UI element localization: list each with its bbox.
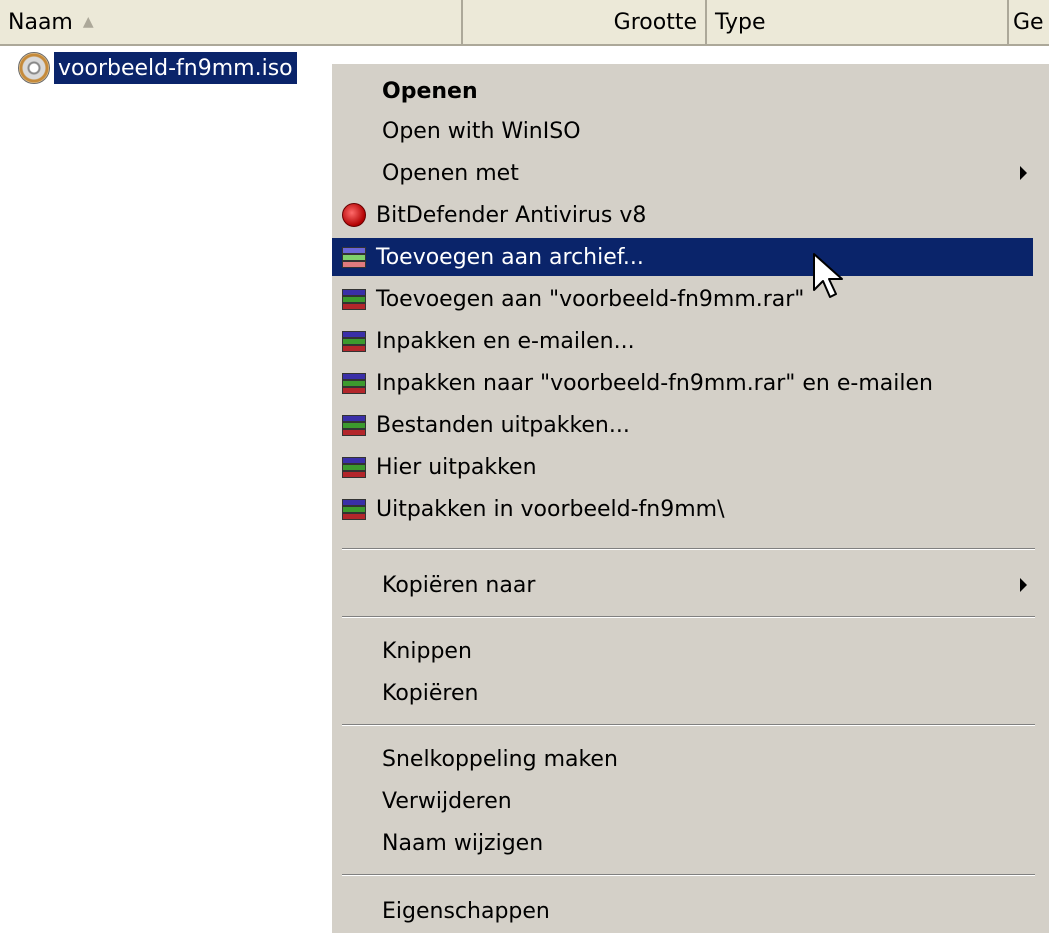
menu-item-extract-files[interactable]: Bestanden uitpakken... [332, 406, 1033, 444]
menu-item-copy-to[interactable]: Kopiëren naar [332, 566, 1033, 604]
file-item[interactable]: voorbeeld-fn9mm.iso [18, 52, 297, 84]
menu-item-extract-to-label: Uitpakken in voorbeeld-fn9mm\ [376, 496, 725, 522]
menu-item-copy-label: Kopiëren [382, 680, 479, 706]
sort-ascending-icon: ▲ [82, 14, 94, 30]
menu-item-pack-email-label: Inpakken en e-mailen... [376, 328, 635, 354]
menu-separator [342, 548, 1035, 550]
menu-separator [342, 874, 1035, 876]
menu-item-open-winiso-label: Open with WinISO [382, 118, 581, 144]
menu-separator [342, 616, 1035, 618]
menu-item-bitdefender[interactable]: BitDefender Antivirus v8 [332, 196, 1033, 234]
menu-item-pack-rar-email[interactable]: Inpakken naar "voorbeeld-fn9mm.rar" en e… [332, 364, 1033, 402]
submenu-arrow-icon [1020, 578, 1027, 592]
winrar-icon [342, 245, 366, 269]
submenu-arrow-icon [1020, 166, 1027, 180]
column-size[interactable]: Grootte [463, 0, 707, 44]
column-type[interactable]: Type [707, 0, 1009, 44]
menu-item-create-shortcut-label: Snelkoppeling maken [382, 746, 618, 772]
menu-item-rename-label: Naam wijzigen [382, 830, 544, 856]
winrar-icon [342, 497, 366, 521]
menu-item-cut[interactable]: Knippen [332, 632, 1033, 670]
menu-item-open-with-label: Openen met [382, 160, 519, 186]
bitdefender-icon [342, 203, 366, 227]
winrar-icon [342, 371, 366, 395]
mouse-cursor-icon [813, 253, 843, 298]
menu-item-copy[interactable]: Kopiëren [332, 674, 1033, 712]
column-name[interactable]: Naam ▲ [0, 0, 463, 44]
menu-item-add-archive[interactable]: Toevoegen aan archief... [332, 238, 1033, 276]
menu-item-cut-label: Knippen [382, 638, 472, 664]
winrar-icon [342, 455, 366, 479]
column-name-label: Naam [8, 9, 73, 35]
column-date-label: Ge [1013, 9, 1044, 35]
menu-item-pack-rar-email-label: Inpakken naar "voorbeeld-fn9mm.rar" en e… [376, 370, 933, 396]
menu-separator [342, 724, 1035, 726]
menu-item-open[interactable]: Openen [332, 72, 1033, 110]
menu-item-open-label: Openen [382, 78, 478, 104]
menu-item-bitdefender-label: BitDefender Antivirus v8 [376, 202, 647, 228]
menu-item-extract-here-label: Hier uitpakken [376, 454, 537, 480]
winrar-icon [342, 329, 366, 353]
menu-item-open-with[interactable]: Openen met [332, 154, 1033, 192]
menu-item-delete-label: Verwijderen [382, 788, 512, 814]
menu-item-rename[interactable]: Naam wijzigen [332, 824, 1033, 862]
column-type-label: Type [715, 9, 766, 35]
winrar-icon [342, 413, 366, 437]
menu-item-add-rar[interactable]: Toevoegen aan "voorbeeld-fn9mm.rar" [332, 280, 1033, 318]
menu-item-extract-to[interactable]: Uitpakken in voorbeeld-fn9mm\ [332, 490, 1033, 528]
menu-item-add-rar-label: Toevoegen aan "voorbeeld-fn9mm.rar" [376, 286, 805, 312]
menu-item-properties[interactable]: Eigenschappen [332, 892, 1033, 930]
column-date[interactable]: Ge [1009, 0, 1049, 44]
menu-item-extract-here[interactable]: Hier uitpakken [332, 448, 1033, 486]
menu-item-delete[interactable]: Verwijderen [332, 782, 1033, 820]
menu-item-add-archive-label: Toevoegen aan archief... [376, 244, 644, 270]
column-size-label: Grootte [613, 9, 697, 35]
menu-item-create-shortcut[interactable]: Snelkoppeling maken [332, 740, 1033, 778]
column-header: Naam ▲ Grootte Type Ge [0, 0, 1049, 46]
menu-item-copy-to-label: Kopiëren naar [382, 572, 536, 598]
menu-item-extract-files-label: Bestanden uitpakken... [376, 412, 630, 438]
menu-item-properties-label: Eigenschappen [382, 898, 550, 924]
winrar-icon [342, 287, 366, 311]
file-name: voorbeeld-fn9mm.iso [54, 52, 297, 84]
menu-item-open-winiso[interactable]: Open with WinISO [332, 112, 1033, 150]
menu-item-pack-email[interactable]: Inpakken en e-mailen... [332, 322, 1033, 360]
disc-image-icon [18, 52, 50, 84]
context-menu: Openen Open with WinISO Openen met BitDe… [330, 62, 1049, 933]
